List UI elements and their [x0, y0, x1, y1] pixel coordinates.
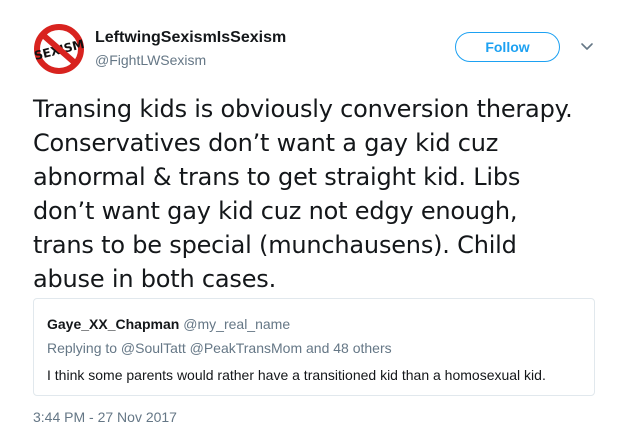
follow-button[interactable]: Follow [455, 32, 560, 62]
tweet-text-line: Transing kids is obviously conversion th… [33, 95, 573, 123]
no-sexism-prohibition-icon: SEXISM [33, 23, 85, 75]
tweet-text-line: abuse in both cases. [33, 265, 277, 293]
tweet-text-line: Conservatives don’t want a gay kid cuz [33, 129, 499, 157]
tweet-text-line: trans to be special (munchausens). Child [33, 231, 517, 259]
quoted-replying-to: Replying to @SoulTatt @PeakTransMom and … [47, 340, 392, 356]
quoted-tweet-text: I think some parents would rather have a… [47, 367, 546, 383]
tweet-text-line: abnormal & trans to get straight kid. Li… [33, 163, 521, 191]
author-handle[interactable]: @FightLWSexism [95, 52, 206, 68]
tweet-text: Transing kids is obviously conversion th… [33, 92, 613, 296]
tweet-timestamp[interactable]: 3:44 PM - 27 Nov 2017 [33, 409, 177, 425]
avatar[interactable]: SEXISM [33, 23, 85, 75]
author-display-name[interactable]: LeftwingSexismIsSexism [95, 29, 286, 47]
tweet-card: SEXISM LeftwingSexismIsSexism @FightLWSe… [0, 0, 632, 442]
quoted-author-line: Gaye_XX_Chapman @my_real_name [47, 316, 290, 332]
quoted-tweet-card[interactable]: Gaye_XX_Chapman @my_real_name Replying to… [33, 298, 595, 396]
quoted-author-handle: @my_real_name [183, 316, 291, 332]
quoted-author-name: Gaye_XX_Chapman [47, 316, 180, 332]
tweet-text-line: don’t want gay kid cuz not edgy enough, [33, 197, 518, 225]
chevron-down-icon[interactable] [580, 40, 594, 54]
